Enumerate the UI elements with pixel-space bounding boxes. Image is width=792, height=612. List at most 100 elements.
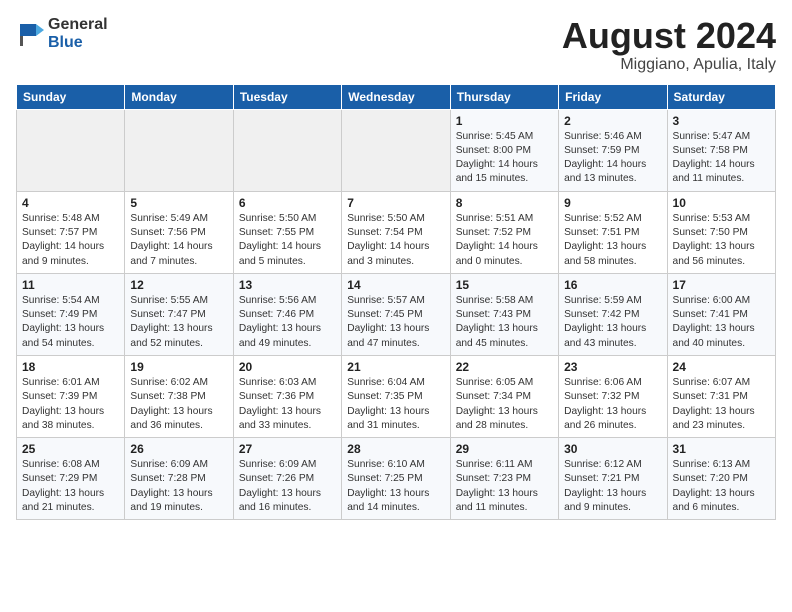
day-number: 10 xyxy=(673,196,770,210)
calendar-cell: 29 Sunrise: 6:11 AM Sunset: 7:23 PM Dayli… xyxy=(450,438,558,520)
calendar-cell: 10Sunrise: 5:53 AM Sunset: 7:50 PM Dayli… xyxy=(667,191,775,273)
day-number: 12 xyxy=(130,278,227,292)
calendar-cell: 19 Sunrise: 6:02 AM Sunset: 7:38 PM Dayli… xyxy=(125,355,233,437)
calendar-cell: 3Sunrise: 5:47 AM Sunset: 7:58 PM Daylig… xyxy=(667,109,775,191)
calendar-cell xyxy=(17,109,125,191)
day-number: 19 xyxy=(130,360,227,374)
calendar-cell: 12Sunrise: 5:55 AM Sunset: 7:47 PM Dayli… xyxy=(125,273,233,355)
day-number: 16 xyxy=(564,278,661,292)
logo-blue-text: Blue xyxy=(48,34,108,52)
day-info: Sunrise: 5:52 AM Sunset: 7:51 PM Dayligh… xyxy=(564,212,661,269)
calendar-body: 1 Sunrise: 5:45 AM Sunset: 8:00 PM Daylig… xyxy=(17,109,776,520)
calendar-header: SundayMondayTuesdayWednesdayThursdayFrid… xyxy=(17,84,776,109)
calendar-cell: 18 Sunrise: 6:01 AM Sunset: 7:39 PM Dayli… xyxy=(17,355,125,437)
day-number: 4 xyxy=(22,196,119,210)
calendar-table: SundayMondayTuesdayWednesdayThursdayFrid… xyxy=(16,84,776,521)
weekday-header-thursday: Thursday xyxy=(450,84,558,109)
logo: General Blue xyxy=(16,16,108,51)
week-row-4: 25 Sunrise: 6:08 AM Sunset: 7:29 PM Dayli… xyxy=(17,438,776,520)
day-info: Sunrise: 6:02 AM Sunset: 7:38 PM Dayligh… xyxy=(130,376,227,433)
title-block: August 2024 Miggiano, Apulia, Italy xyxy=(562,16,776,74)
day-number: 14 xyxy=(347,278,444,292)
day-info: Sunrise: 5:50 AM Sunset: 7:54 PM Dayligh… xyxy=(347,212,444,269)
weekday-header-monday: Monday xyxy=(125,84,233,109)
day-number: 24 xyxy=(673,360,770,374)
day-number: 20 xyxy=(239,360,336,374)
day-info: Sunrise: 6:05 AM Sunset: 7:34 PM Dayligh… xyxy=(456,376,553,433)
day-number: 11 xyxy=(22,278,119,292)
day-info: Sunrise: 5:58 AM Sunset: 7:43 PM Dayligh… xyxy=(456,294,553,351)
day-number: 6 xyxy=(239,196,336,210)
day-info: Sunrise: 6:03 AM Sunset: 7:36 PM Dayligh… xyxy=(239,376,336,433)
day-number: 15 xyxy=(456,278,553,292)
day-info: Sunrise: 5:54 AM Sunset: 7:49 PM Dayligh… xyxy=(22,294,119,351)
day-number: 13 xyxy=(239,278,336,292)
week-row-2: 11 Sunrise: 5:54 AM Sunset: 7:49 PM Dayli… xyxy=(17,273,776,355)
day-info: Sunrise: 6:11 AM Sunset: 7:23 PM Dayligh… xyxy=(456,458,553,515)
day-number: 9 xyxy=(564,196,661,210)
calendar-cell: 8 Sunrise: 5:51 AM Sunset: 7:52 PM Daylig… xyxy=(450,191,558,273)
calendar-cell: 13Sunrise: 5:56 AM Sunset: 7:46 PM Dayli… xyxy=(233,273,341,355)
day-info: Sunrise: 5:59 AM Sunset: 7:42 PM Dayligh… xyxy=(564,294,661,351)
day-number: 7 xyxy=(347,196,444,210)
calendar-cell: 5 Sunrise: 5:49 AM Sunset: 7:56 PM Daylig… xyxy=(125,191,233,273)
calendar-cell: 16 Sunrise: 5:59 AM Sunset: 7:42 PM Dayli… xyxy=(559,273,667,355)
logo-general-text: General xyxy=(48,16,108,34)
weekday-header-sunday: Sunday xyxy=(17,84,125,109)
calendar-cell: 24Sunrise: 6:07 AM Sunset: 7:31 PM Dayli… xyxy=(667,355,775,437)
day-number: 29 xyxy=(456,442,553,456)
calendar-cell: 14 Sunrise: 5:57 AM Sunset: 7:45 PM Dayli… xyxy=(342,273,450,355)
day-number: 30 xyxy=(564,442,661,456)
day-number: 17 xyxy=(673,278,770,292)
calendar-cell: 11 Sunrise: 5:54 AM Sunset: 7:49 PM Dayli… xyxy=(17,273,125,355)
week-row-3: 18 Sunrise: 6:01 AM Sunset: 7:39 PM Dayli… xyxy=(17,355,776,437)
weekday-header-saturday: Saturday xyxy=(667,84,775,109)
calendar-cell: 21Sunrise: 6:04 AM Sunset: 7:35 PM Dayli… xyxy=(342,355,450,437)
day-info: Sunrise: 5:46 AM Sunset: 7:59 PM Dayligh… xyxy=(564,130,661,187)
calendar-cell: 9 Sunrise: 5:52 AM Sunset: 7:51 PM Daylig… xyxy=(559,191,667,273)
header: General Blue August 2024 Miggiano, Apuli… xyxy=(16,16,776,74)
calendar-cell: 26Sunrise: 6:09 AM Sunset: 7:28 PM Dayli… xyxy=(125,438,233,520)
calendar-cell xyxy=(233,109,341,191)
calendar-cell xyxy=(342,109,450,191)
day-info: Sunrise: 5:45 AM Sunset: 8:00 PM Dayligh… xyxy=(456,130,553,187)
day-number: 1 xyxy=(456,114,553,128)
day-number: 25 xyxy=(22,442,119,456)
weekday-row: SundayMondayTuesdayWednesdayThursdayFrid… xyxy=(17,84,776,109)
calendar-page: General Blue August 2024 Miggiano, Apuli… xyxy=(0,0,792,612)
calendar-cell: 30Sunrise: 6:12 AM Sunset: 7:21 PM Dayli… xyxy=(559,438,667,520)
logo-icon xyxy=(16,20,44,48)
day-info: Sunrise: 5:49 AM Sunset: 7:56 PM Dayligh… xyxy=(130,212,227,269)
calendar-cell: 28Sunrise: 6:10 AM Sunset: 7:25 PM Dayli… xyxy=(342,438,450,520)
day-info: Sunrise: 6:08 AM Sunset: 7:29 PM Dayligh… xyxy=(22,458,119,515)
calendar-cell: 2Sunrise: 5:46 AM Sunset: 7:59 PM Daylig… xyxy=(559,109,667,191)
day-info: Sunrise: 5:50 AM Sunset: 7:55 PM Dayligh… xyxy=(239,212,336,269)
day-number: 23 xyxy=(564,360,661,374)
day-info: Sunrise: 6:13 AM Sunset: 7:20 PM Dayligh… xyxy=(673,458,770,515)
calendar-cell: 31 Sunrise: 6:13 AM Sunset: 7:20 PM Dayli… xyxy=(667,438,775,520)
day-info: Sunrise: 5:51 AM Sunset: 7:52 PM Dayligh… xyxy=(456,212,553,269)
day-info: Sunrise: 6:10 AM Sunset: 7:25 PM Dayligh… xyxy=(347,458,444,515)
day-number: 27 xyxy=(239,442,336,456)
day-number: 21 xyxy=(347,360,444,374)
calendar-cell: 27 Sunrise: 6:09 AM Sunset: 7:26 PM Dayli… xyxy=(233,438,341,520)
weekday-header-friday: Friday xyxy=(559,84,667,109)
day-number: 31 xyxy=(673,442,770,456)
logo-text: General Blue xyxy=(48,16,108,51)
day-number: 18 xyxy=(22,360,119,374)
calendar-cell: 17Sunrise: 6:00 AM Sunset: 7:41 PM Dayli… xyxy=(667,273,775,355)
day-info: Sunrise: 5:47 AM Sunset: 7:58 PM Dayligh… xyxy=(673,130,770,187)
day-info: Sunrise: 6:09 AM Sunset: 7:26 PM Dayligh… xyxy=(239,458,336,515)
week-row-1: 4Sunrise: 5:48 AM Sunset: 7:57 PM Daylig… xyxy=(17,191,776,273)
day-number: 8 xyxy=(456,196,553,210)
day-number: 22 xyxy=(456,360,553,374)
day-number: 5 xyxy=(130,196,227,210)
calendar-cell: 1 Sunrise: 5:45 AM Sunset: 8:00 PM Daylig… xyxy=(450,109,558,191)
day-info: Sunrise: 6:01 AM Sunset: 7:39 PM Dayligh… xyxy=(22,376,119,433)
day-info: Sunrise: 5:57 AM Sunset: 7:45 PM Dayligh… xyxy=(347,294,444,351)
calendar-title: August 2024 xyxy=(562,16,776,56)
calendar-cell xyxy=(125,109,233,191)
week-row-0: 1 Sunrise: 5:45 AM Sunset: 8:00 PM Daylig… xyxy=(17,109,776,191)
calendar-cell: 4Sunrise: 5:48 AM Sunset: 7:57 PM Daylig… xyxy=(17,191,125,273)
weekday-header-tuesday: Tuesday xyxy=(233,84,341,109)
